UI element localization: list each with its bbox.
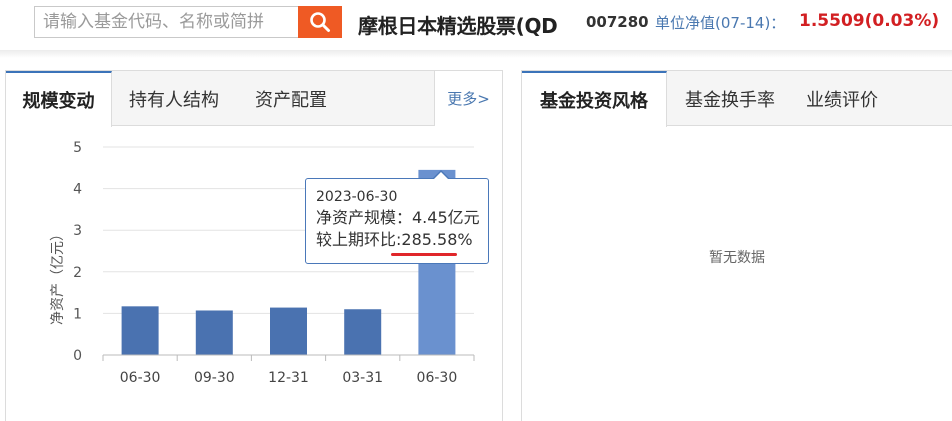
tooltip-net-assets: 净资产规模：4.45亿元 (316, 208, 480, 227)
bar-2[interactable] (270, 307, 307, 355)
scale-chart: 0 1 2 3 4 5 06-30 09-30 12-31 03-31 06-30 净资产（亿元） … (6, 71, 504, 421)
y-tick-label: 4 (73, 182, 82, 198)
x-tick-label: 06-30 (120, 370, 161, 386)
fund-name: 摩根日本精选股票(QD (358, 14, 558, 38)
nav-value: 1.5509(0.03%) (799, 11, 940, 31)
search-box[interactable] (34, 6, 298, 38)
header-bar: 摩根日本精选股票(QD 007280 单位净值(07-14)： 1.5509(0… (0, 0, 952, 48)
fund-code: 007280 (586, 13, 649, 31)
y-tick-label: 0 (73, 348, 82, 364)
search-icon (310, 12, 330, 32)
no-data-text: 暂无数据 (709, 250, 765, 266)
x-tick-label: 03-31 (342, 370, 383, 386)
bar-3[interactable] (344, 309, 382, 355)
bar-1[interactable] (195, 310, 233, 355)
red-underline-annotation (391, 253, 457, 256)
y-tick-label: 1 (73, 306, 82, 322)
y-tick-label: 3 (73, 223, 82, 239)
chart-tooltip: 2023-06-30 净资产规模：4.45亿元 较上期环比:285.58% (305, 170, 489, 264)
tab-turnover-rate[interactable]: 基金换手率 (670, 71, 790, 126)
x-tick-label: 06-30 (417, 370, 458, 386)
x-tick-label: 09-30 (194, 370, 235, 386)
tab-performance-rating[interactable]: 业绩评价 (792, 71, 892, 126)
tooltip-date: 2023-06-30 (316, 189, 398, 205)
y-tick-label: 5 (73, 140, 82, 156)
style-tabs: 基金投资风格 基金换手率 业绩评价 (522, 71, 952, 127)
y-tick-label: 2 (73, 265, 82, 281)
x-tick-label: 12-31 (268, 370, 309, 386)
bar-0[interactable] (121, 306, 159, 355)
fund-page: 摩根日本精选股票(QD 007280 单位净值(07-14)： 1.5509(0… (0, 0, 952, 421)
scale-panel: 规模变动 持有人结构 资产配置 更多> 0 1 2 3 4 5 06-30 09-30 12-3… (5, 70, 503, 421)
nav-label: 单位净值(07-14)： (655, 14, 786, 32)
style-panel: 基金投资风格 基金换手率 业绩评价 暂无数据 (521, 70, 952, 421)
header-divider (0, 50, 952, 58)
search-button[interactable] (298, 6, 342, 38)
y-axis-label: 净资产（亿元） (50, 227, 66, 325)
tab-investment-style[interactable]: 基金投资风格 (522, 71, 667, 127)
tooltip-change: 较上期环比:285.58% (316, 230, 473, 249)
search-input[interactable] (35, 7, 298, 37)
